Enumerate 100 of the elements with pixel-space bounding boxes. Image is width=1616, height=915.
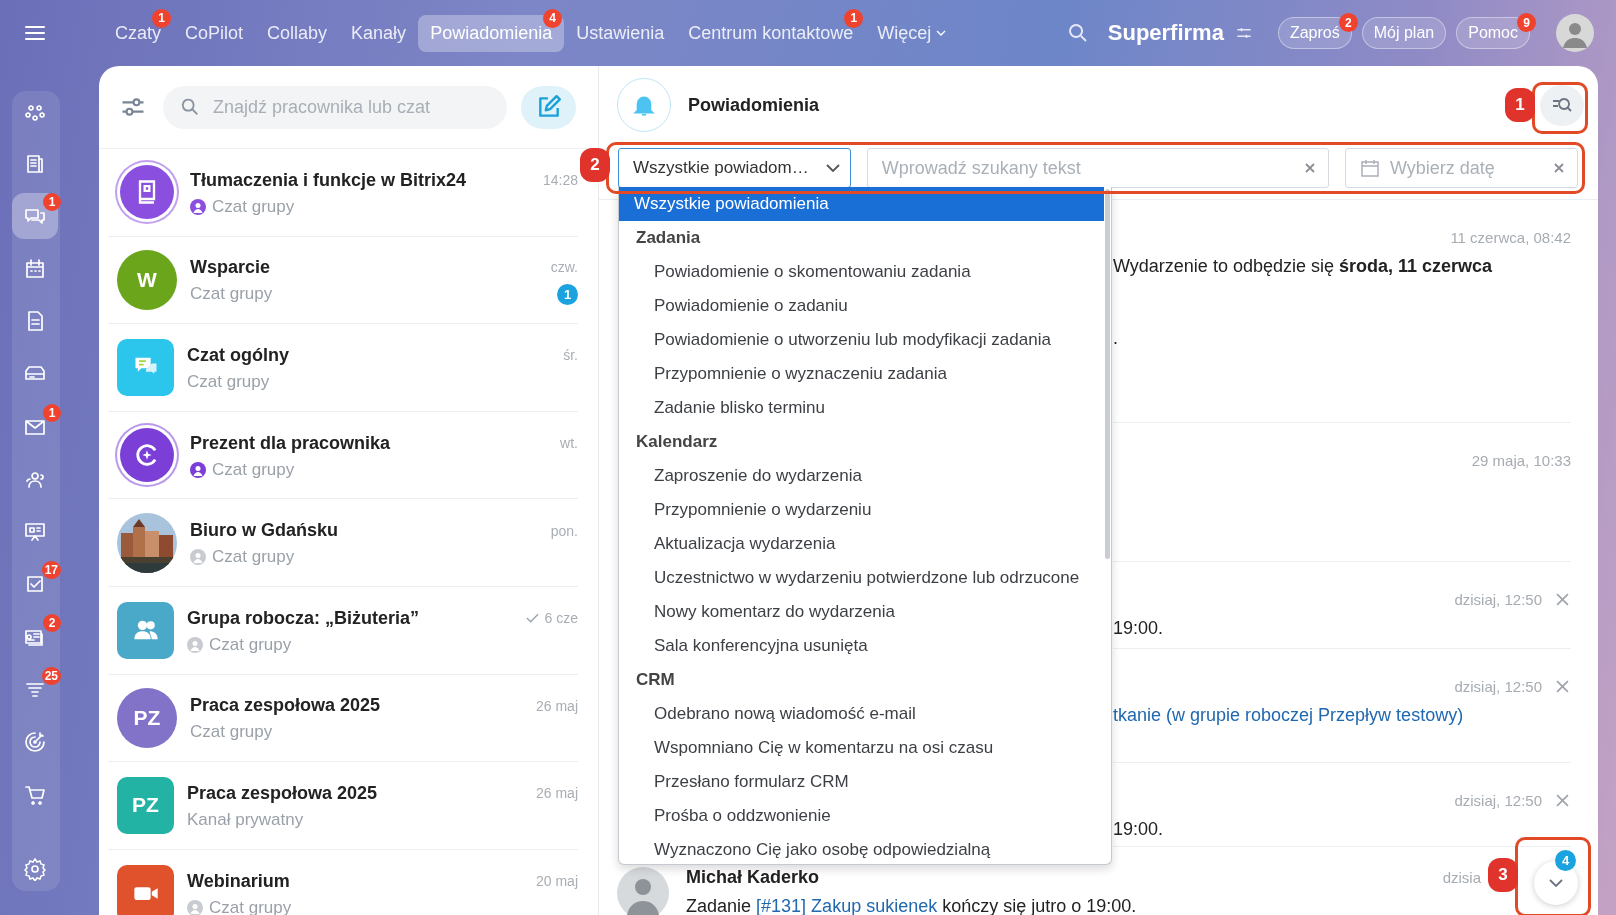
rail-button[interactable]: 1 (12, 193, 58, 240)
chat-item[interactable]: Biuro w Gdańsku pon. Czat grupy (108, 499, 578, 587)
callout-number: 2 (580, 148, 610, 182)
caret-icon (936, 30, 947, 36)
chat-subtitle: Czat grupy (190, 284, 274, 305)
chat-title: Tłumaczenia i funkcje w Bitrix24 (190, 169, 468, 191)
chat-title: Czat ogólny (187, 345, 290, 366)
search-button[interactable] (1540, 84, 1584, 126)
menu-option[interactable]: Zadanie blisko terminu (619, 391, 1111, 425)
chat-avatar: W (117, 249, 177, 310)
rail-button[interactable]: 25 (12, 666, 58, 713)
chat-subtitle: Czat grupy (212, 459, 296, 480)
rail-button[interactable]: 1 (12, 403, 58, 450)
count-badge: 25 (41, 666, 61, 685)
chat-title: Webinarium (187, 870, 291, 892)
chat-subtitle: Kanał prywatny (187, 809, 305, 830)
chevron-icon (1549, 879, 1563, 887)
link[interactable]: tkanie (w grupie roboczej Przepływ testowy) (1113, 705, 1464, 725)
message-text: 19:00. (1113, 818, 1165, 840)
count-badge: 1 (844, 8, 864, 28)
chat-item[interactable]: PZ Praca zespołowa 2025 26 maj Kanał prywatny (108, 762, 578, 850)
count-badge: 17 (41, 561, 61, 580)
count-badge: 4 (543, 8, 563, 28)
type-select[interactable]: Wszystkie powiadom… (618, 148, 851, 188)
menu-option[interactable]: Wyznaczono Cię jako osobę odpowiedzialną (619, 833, 1111, 864)
chat-time: wt. (560, 435, 578, 452)
group-heading: CRM (635, 669, 676, 691)
message-time: dzisiaj, 12:50 (1454, 590, 1542, 608)
author-name: Michał Kaderko (686, 866, 820, 888)
callout-number: 3 (1488, 858, 1518, 892)
count-badge: 2 (43, 613, 61, 632)
menu-option[interactable]: Przesłano formularz CRM (619, 765, 1111, 799)
link[interactable]: [#131] Zakup sukienek (756, 896, 938, 915)
chat-title: Grupa robocza: „Biżuteria” (187, 607, 421, 629)
chat-time: czw. (550, 259, 578, 276)
calendar-icon (1360, 158, 1380, 178)
rail-button[interactable]: 2 (12, 613, 58, 660)
menu-option[interactable]: Sala konferencyjna usunięta (619, 629, 1111, 663)
search-field[interactable]: Wprowadź szukany tekst (866, 148, 1329, 188)
count-badge: 9 (1517, 13, 1536, 32)
menu-option[interactable]: Powiadomienie o zadaniu (619, 289, 1111, 323)
close-icon[interactable] (1556, 592, 1569, 606)
chat-time: 14:28 (542, 172, 578, 189)
search-field[interactable]: Znajdź pracownika lub czat (163, 85, 507, 129)
chat-time: 26 maj (535, 785, 578, 802)
compose-button[interactable] (521, 85, 576, 129)
callout-number: 1 (1505, 88, 1535, 122)
chat-avatar: PZ (117, 687, 177, 748)
menu-option[interactable]: Prośba o oddzwonienie (619, 799, 1111, 833)
menu-option[interactable]: Uczestnictwo w wydarzeniu potwierdzone lub odrzucone (619, 561, 1111, 595)
message-text: Zadanie [#131] Zakup sukienek kończy się jutro o 19:00. (686, 895, 1138, 915)
chat-avatar: PZ (117, 776, 174, 834)
message-time: 11 czerwca, 08:42 (1450, 228, 1571, 246)
menu-option[interactable]: Przypomnienie o wyznaczeniu zadania (619, 357, 1111, 391)
chat-time: pon. (550, 522, 578, 539)
message-time: dzisiaj, 12:50 (1454, 677, 1542, 695)
menu-option[interactable]: Odebrano nową wiadomość e-mail (619, 697, 1111, 731)
count-badge: 2 (1338, 13, 1358, 32)
chat-item[interactable]: PZ Praca zespołowa 2025 26 maj Czat grupy (108, 674, 578, 763)
target-icon (23, 730, 47, 755)
menu-option[interactable]: Powiadomienie o utworzeniu lub modyfikacji zadania (619, 323, 1111, 357)
message-text: 19:00. (1113, 617, 1165, 639)
chat-item[interactable]: Prezent dla pracownika wt. Czat grupy (108, 411, 578, 500)
message-text: Wydarzenie to odbędzie się środa, 11 czerwca (1113, 255, 1494, 277)
menu-option[interactable]: Powiadomienie o skomentowaniu zadania (619, 255, 1111, 289)
chat-item[interactable]: Grupa robocza: „Biżuteria” 6 cze Czat grupy (108, 586, 578, 675)
chat-item[interactable]: Czat ogólny śr. Czat grupy (108, 324, 578, 412)
user-avatar[interactable] (1556, 14, 1594, 52)
unread-count: 1 (557, 283, 578, 305)
date-field[interactable]: Wybierz datę (1345, 148, 1578, 188)
chat-subtitle: Czat grupy (187, 372, 271, 392)
rail-button[interactable]: 17 (12, 561, 58, 608)
chat-title: Praca zespołowa 2025 (190, 695, 382, 717)
search-input[interactable]: Znajdź pracownika lub czat (211, 95, 491, 119)
search-icon (179, 96, 201, 118)
count-badge: 4 (1555, 850, 1576, 871)
menu-option[interactable]: Wspomniano Cię w komentarzu na osi czasu (619, 731, 1111, 765)
chevron-icon (825, 164, 840, 172)
message-time: 29 maja, 10:33 (1471, 451, 1571, 469)
chat-subtitle: Czat grupy (212, 547, 296, 568)
close-icon[interactable] (1556, 679, 1569, 693)
menu-option[interactable]: Zaproszenie do wydarzenia (619, 459, 1111, 493)
menu-option[interactable]: Przypomnienie o wydarzeniu (619, 493, 1111, 527)
chat-item[interactable]: Tłumaczenia i funkcje w Bitrix24 14:28 Czat grupy (108, 149, 578, 237)
chat-title: Wsparcie (190, 256, 272, 278)
clear-icon[interactable] (1553, 162, 1565, 174)
settings-icon[interactable] (23, 857, 47, 881)
calendar-icon (23, 256, 47, 281)
clear-icon[interactable] (1304, 162, 1316, 174)
message-text: . (1113, 327, 1119, 349)
group-heading: Kalendarz (635, 431, 719, 453)
chat-subtitle: Czat grupy (190, 722, 274, 743)
group-heading: Zadania (635, 227, 702, 249)
message-time: dzisia (1442, 868, 1481, 886)
menu-option[interactable]: Nowy komentarz do wydarzenia (619, 595, 1111, 629)
menu-option[interactable]: Aktualizacja wydarzenia (619, 527, 1111, 561)
close-icon[interactable] (1556, 793, 1569, 807)
chat-item[interactable]: W Wsparcie czw. Czat grupy 1 (108, 236, 578, 325)
author-avatar (617, 867, 669, 915)
chat-time: 20 maj (535, 873, 578, 890)
